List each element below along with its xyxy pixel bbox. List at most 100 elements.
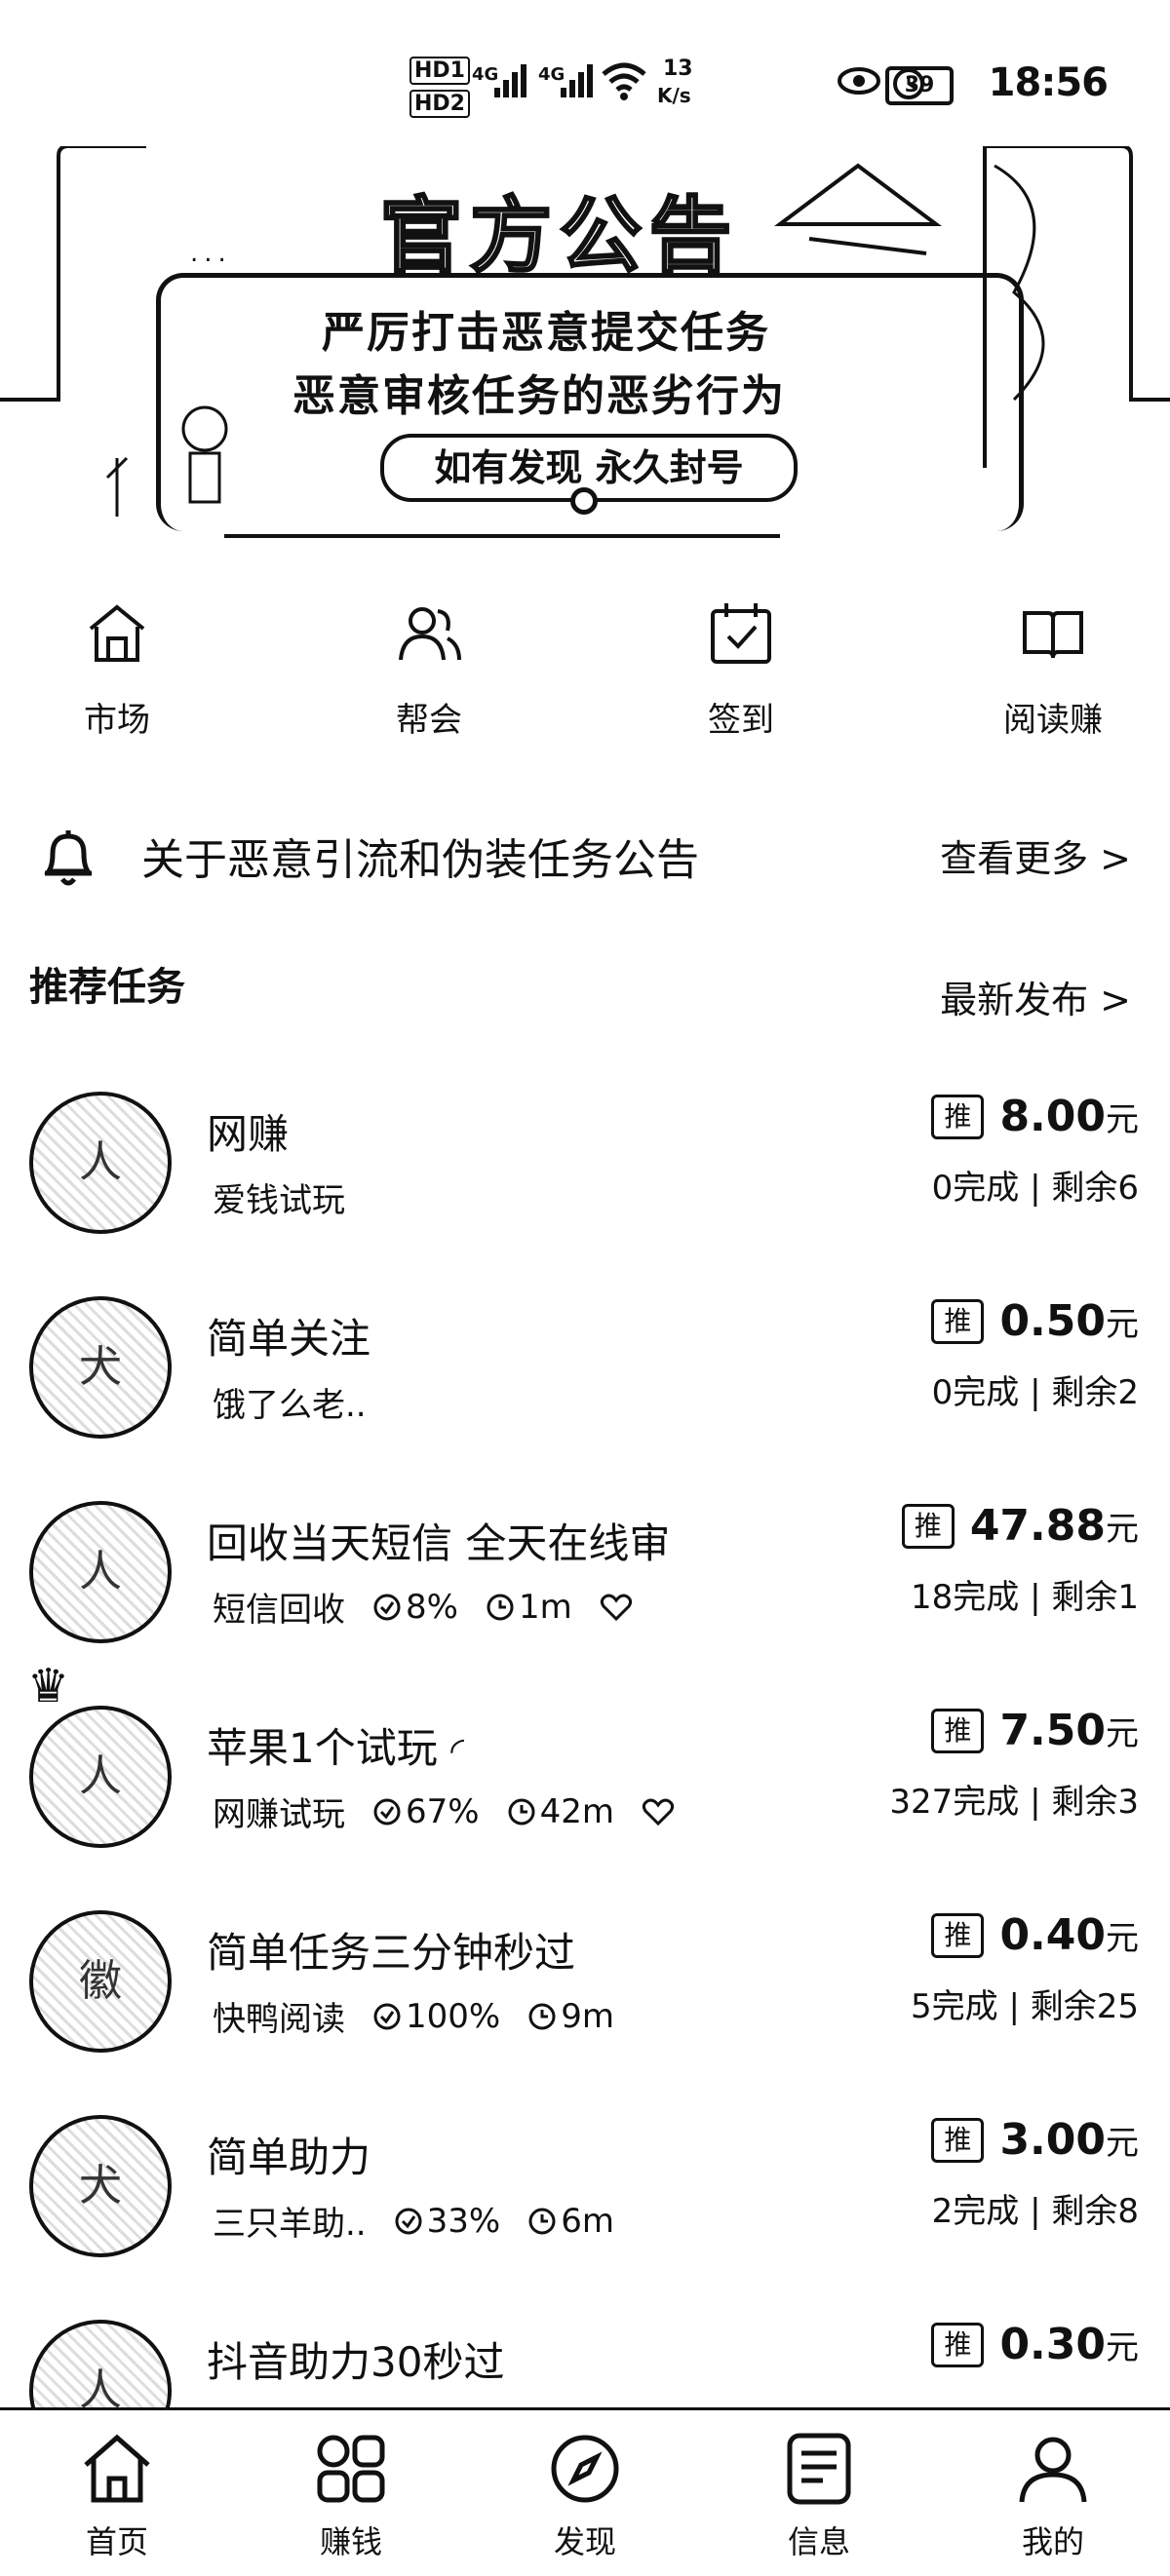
task-meta: 短信回收 8% 1m xyxy=(213,1583,633,1631)
heart-icon[interactable] xyxy=(600,1593,633,1622)
task-reward: 推 3.00元 2完成 | 剩余8 xyxy=(931,2115,1139,2232)
task-item[interactable]: 人 抖音助力30秒过 推 0.30元 xyxy=(0,2300,1170,2407)
clock-icon xyxy=(487,1594,514,1620)
hd2-indicator: HD2 xyxy=(410,90,470,118)
quick-nav-label: 签到 xyxy=(708,701,774,740)
task-item[interactable]: 徽 简单任务三分钟秒过 快鸭阅读 100% 9m 推 0.40元 5完成 | 剩… xyxy=(0,1891,1170,2095)
review-time: 6m xyxy=(561,2201,614,2241)
net-speed-unit: K/s xyxy=(657,84,691,107)
review-time: 9m xyxy=(561,1996,614,2036)
quick-nav-label: 市场 xyxy=(84,701,150,740)
nav-label: 发现 xyxy=(553,2523,616,2560)
avatar: 人 xyxy=(29,2320,172,2407)
profile-icon xyxy=(1019,2437,1087,2503)
market-icon xyxy=(89,604,145,662)
nav-messages[interactable]: 信息 xyxy=(751,2430,887,2562)
task-price: 0.50元 xyxy=(999,1296,1139,1346)
book-icon xyxy=(1023,611,1083,659)
heart-icon[interactable] xyxy=(642,1797,675,1826)
wifi-icon xyxy=(602,62,646,100)
notice-bar[interactable]: 关于恶意引流和伪装任务公告 查看更多 > xyxy=(39,819,1131,897)
avatar: 人 xyxy=(29,1092,172,1234)
pass-rate: 8% xyxy=(406,1587,458,1627)
nav-earn[interactable]: 赚钱 xyxy=(283,2430,419,2562)
task-reward: 推 0.50元 0完成 | 剩余2 xyxy=(931,1296,1139,1413)
avatar: 徽 xyxy=(29,1910,172,2053)
task-price: 47.88元 xyxy=(969,1501,1139,1551)
quick-nav-read[interactable]: 阅读赚 xyxy=(956,599,1150,741)
task-price: 7.50元 xyxy=(999,1706,1139,1755)
task-item[interactable]: 犬 简单关注 饿了么老.. 推 0.50元 0完成 | 剩余2 xyxy=(0,1277,1170,1481)
recommend-tag: 推 xyxy=(931,1708,985,1753)
banner-line-1: 严厉打击恶意提交任务 xyxy=(322,308,770,358)
task-meta: 三只羊助.. 33% 6m xyxy=(213,2197,614,2245)
nav-label: 我的 xyxy=(1021,2523,1084,2560)
recommend-tag: 推 xyxy=(931,2322,985,2367)
task-stats: 18完成 | 剩余1 xyxy=(911,1578,1139,1617)
nav-discover[interactable]: 发现 xyxy=(517,2430,653,2562)
nav-home[interactable]: 首页 xyxy=(49,2430,185,2562)
review-time: 1m xyxy=(518,1587,572,1627)
latest-publish-link[interactable]: 最新发布 > xyxy=(940,970,1131,1023)
nav-profile[interactable]: 我的 xyxy=(985,2430,1121,2562)
task-stats: 5完成 | 剩余25 xyxy=(911,1987,1139,2026)
task-item[interactable]: 人 ♛ 苹果1个试玩 ◜ 网赚试玩 67% 42m 推 7.50元 327完成 … xyxy=(0,1659,1170,1891)
signal-icon xyxy=(494,64,526,97)
signal-arc-icon: ◜ xyxy=(450,1731,465,1771)
task-stats: 0完成 | 剩余6 xyxy=(931,1169,1139,1208)
task-meta: 快鸭阅读 100% 9m xyxy=(213,1992,614,2040)
recommend-tag: 推 xyxy=(931,1912,985,1958)
avatar: 犬 xyxy=(29,2115,172,2257)
task-title: 简单关注 xyxy=(207,1315,371,1363)
home-icon xyxy=(84,2434,150,2503)
task-reward: 推 7.50元 327完成 | 剩余3 xyxy=(889,1706,1139,1823)
apps-icon xyxy=(317,2435,385,2503)
carousel-indicator xyxy=(570,487,598,515)
avatar: 人 xyxy=(29,1706,172,1848)
avatar: 犬 xyxy=(29,1296,172,1439)
announcement-banner[interactable]: ... 官方公告 严厉打击恶意提交任务 恶意审核任务的恶劣行为 如有发现 永久封… xyxy=(0,146,1170,546)
quick-nav-label: 帮会 xyxy=(396,701,462,740)
check-circle-icon xyxy=(373,2003,401,2029)
check-circle-icon xyxy=(373,1594,401,1620)
task-price: 0.30元 xyxy=(999,2320,1139,2369)
task-source: 三只羊助.. xyxy=(213,2205,367,2244)
nav-label: 赚钱 xyxy=(319,2523,382,2560)
banner-title: 官方公告 xyxy=(378,187,740,286)
task-source: 饿了么老.. xyxy=(213,1386,367,1425)
banner-line-2: 恶意审核任务的恶劣行为 xyxy=(292,371,786,421)
task-price: 0.40元 xyxy=(999,1910,1139,1960)
task-item[interactable]: 人 网赚 爱钱试玩 推 8.00元 0完成 | 剩余6 xyxy=(0,1072,1170,1277)
recommend-tag: 推 xyxy=(901,1503,955,1549)
recommend-tag: 推 xyxy=(931,2117,985,2163)
quick-nav-group[interactable]: 帮会 xyxy=(332,599,526,741)
quick-nav-market[interactable]: 市场 xyxy=(20,599,214,741)
clock-icon xyxy=(508,1798,535,1825)
task-item[interactable]: 人 回收当天短信 全天在线审 短信回收 8% 1m 推 47.88元 18完成 … xyxy=(0,1481,1170,1686)
task-title: 简单助力 xyxy=(207,2134,371,2181)
task-title: 简单任务三分钟秒过 xyxy=(207,1929,576,1977)
bell-icon xyxy=(44,830,93,886)
task-source: 爱钱试玩 xyxy=(213,1181,345,1220)
check-circle-icon xyxy=(395,2208,422,2234)
notice-text: 关于恶意引流和伪装任务公告 xyxy=(141,835,699,885)
task-title: 网赚 xyxy=(207,1110,290,1158)
clock: 18:56 xyxy=(988,60,1109,105)
task-item[interactable]: 犬 简单助力 三只羊助.. 33% 6m 推 3.00元 2完成 | 剩余8 xyxy=(0,2095,1170,2300)
notice-more-link[interactable]: 查看更多 > xyxy=(940,828,1131,882)
clock-icon xyxy=(528,2003,556,2029)
bottom-nav: 首页 赚钱 发现 信息 我的 xyxy=(0,2407,1170,2576)
task-stats: 2完成 | 剩余8 xyxy=(931,2192,1139,2231)
task-source: 网赚试玩 xyxy=(213,1795,345,1834)
pass-rate: 67% xyxy=(406,1791,480,1831)
task-title: 苹果1个试玩 ◜ xyxy=(207,1724,465,1772)
task-meta: 网赚试玩 67% 42m xyxy=(213,1788,675,1835)
signal-icon xyxy=(561,64,593,97)
task-meta: 饿了么老.. xyxy=(213,1378,367,1426)
quick-nav-checkin[interactable]: 签到 xyxy=(644,599,838,741)
avatar: 人 xyxy=(29,1501,172,1643)
compass-icon xyxy=(551,2435,619,2503)
task-reward: 推 47.88元 18完成 | 剩余1 xyxy=(901,1501,1139,1618)
recommend-tag: 推 xyxy=(931,1094,985,1139)
clock-icon xyxy=(528,2208,556,2234)
